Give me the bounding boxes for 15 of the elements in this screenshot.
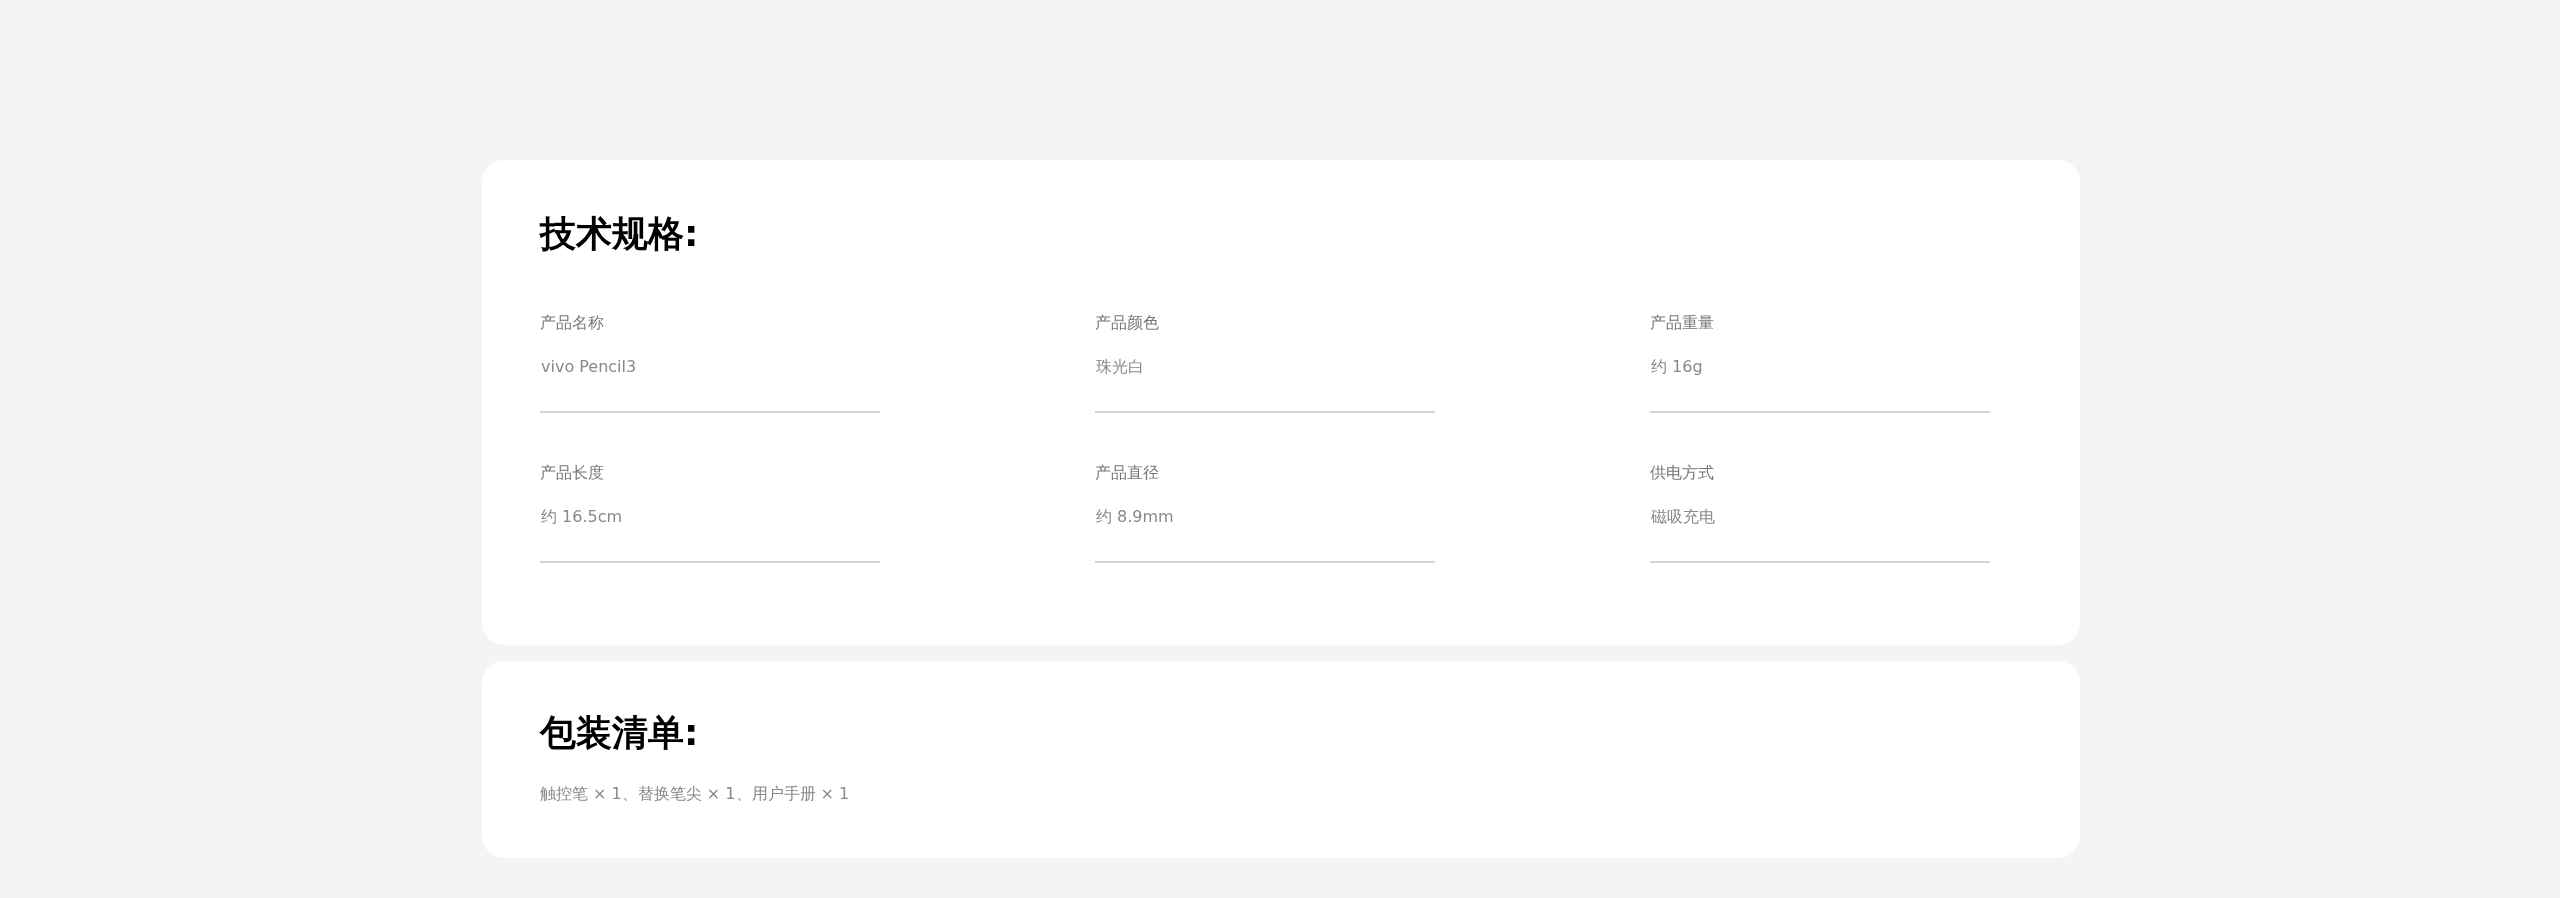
section-title: 技术规格: — [540, 212, 699, 255]
spec-value: vivo Pencil3 — [540, 357, 880, 413]
spec-value: 珠光白 — [1095, 357, 1435, 413]
spec-value: 约 16.5cm — [540, 507, 880, 563]
spec-label: 供电方式 — [1650, 463, 1714, 483]
spec-value: 磁吸充电 — [1650, 507, 1990, 563]
section-title: 包装清单: — [540, 711, 699, 754]
package-contents: 触控笔 × 1、替换笔尖 × 1、用户手册 × 1 — [540, 784, 850, 804]
spec-value: 约 16g — [1650, 357, 1990, 413]
spec-label: 产品长度 — [540, 463, 604, 483]
spec-label: 产品重量 — [1650, 313, 1714, 333]
spec-label: 产品颜色 — [1095, 313, 1159, 333]
spec-value: 约 8.9mm — [1095, 507, 1435, 563]
spec-label: 产品直径 — [1095, 463, 1159, 483]
spec-label: 产品名称 — [540, 313, 604, 333]
